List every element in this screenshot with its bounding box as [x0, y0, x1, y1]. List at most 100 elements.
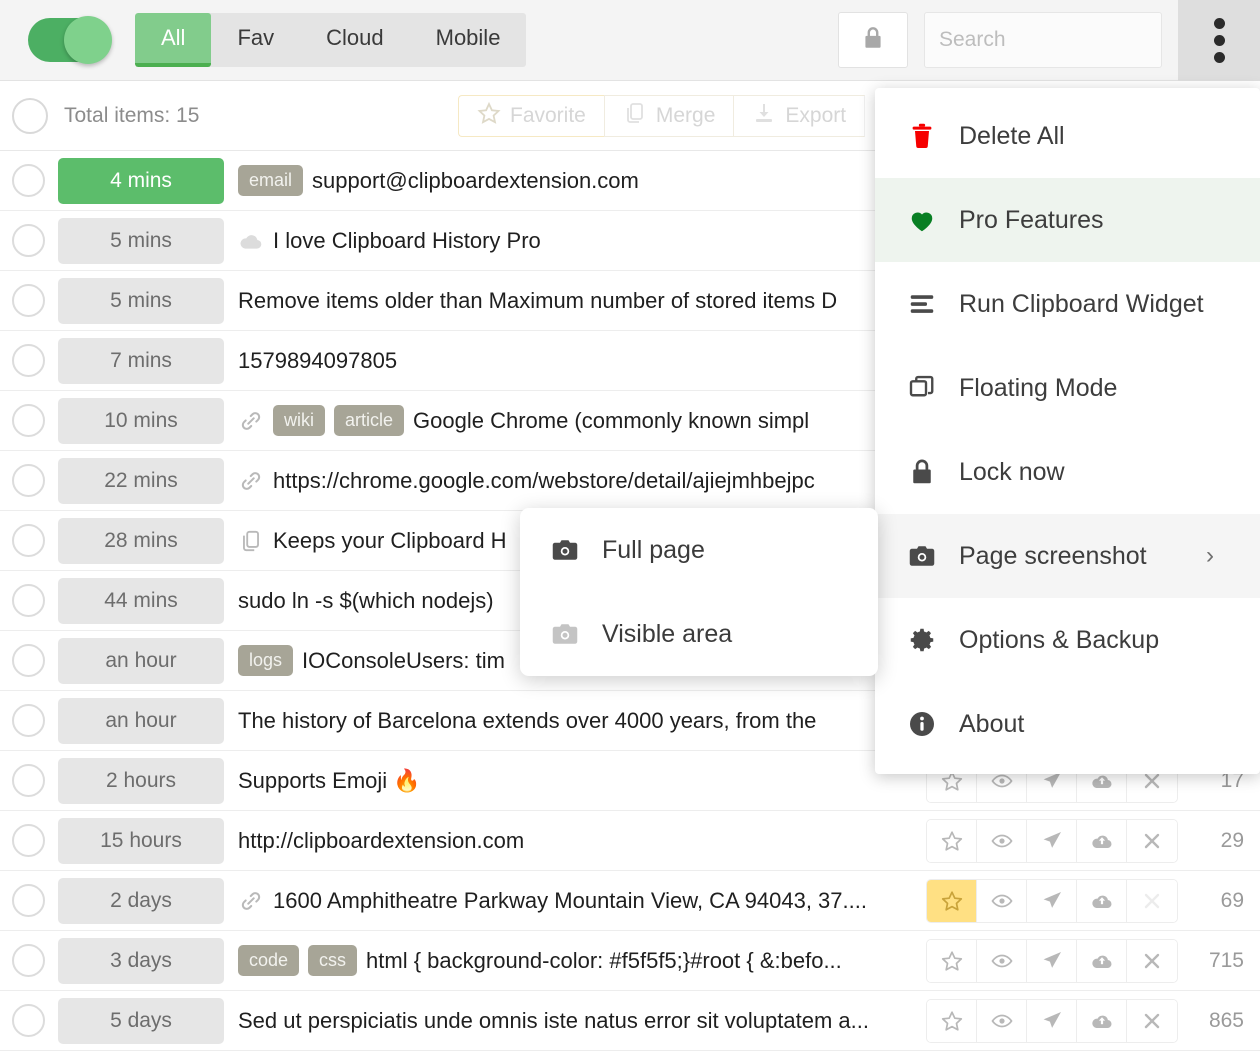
- menu-item-lock-now[interactable]: Lock now: [875, 430, 1260, 514]
- row-select-checkbox[interactable]: [12, 464, 45, 497]
- row-time-chip[interactable]: 28 mins: [58, 517, 224, 564]
- row-time-chip[interactable]: 22 mins: [58, 457, 224, 504]
- row-action-close[interactable]: [1127, 939, 1177, 982]
- tab-mobile[interactable]: Mobile: [410, 13, 527, 67]
- tab-cloud[interactable]: Cloud: [300, 13, 409, 67]
- merge-bulk-button[interactable]: Merge: [603, 95, 734, 137]
- row-select-checkbox[interactable]: [12, 764, 45, 797]
- row-action-send[interactable]: [1027, 879, 1077, 922]
- row-tag[interactable]: code: [238, 945, 300, 976]
- row-content[interactable]: http://clipboardextension.com: [238, 828, 926, 854]
- menu-item-pro-features[interactable]: Pro Features: [875, 178, 1260, 262]
- row-text: Keeps your Clipboard H: [273, 527, 507, 553]
- table-row[interactable]: 2 days 1600 Amphitheatre Parkway Mountain…: [0, 871, 1260, 931]
- row-action-star[interactable]: [927, 819, 977, 862]
- row-action-close[interactable]: [1127, 819, 1177, 862]
- row-select-checkbox[interactable]: [12, 644, 45, 677]
- extension-enabled-toggle[interactable]: [28, 16, 112, 64]
- more-options-button[interactable]: [1178, 0, 1260, 81]
- row-content[interactable]: code css html { background-color: #f5f5f5;…: [238, 945, 926, 976]
- table-row[interactable]: 3 days code css html { background-color: #f…: [0, 931, 1260, 991]
- row-select-checkbox[interactable]: [12, 824, 45, 857]
- select-all-checkbox[interactable]: [12, 97, 48, 134]
- row-time-chip[interactable]: 5 mins: [58, 217, 224, 264]
- row-action-star[interactable]: [927, 999, 977, 1042]
- row-select-checkbox[interactable]: [12, 584, 45, 617]
- search-input[interactable]: [939, 28, 1210, 52]
- row-time-chip[interactable]: 10 mins: [58, 397, 224, 444]
- row-tag[interactable]: email: [238, 165, 304, 196]
- row-select-checkbox[interactable]: [12, 344, 45, 377]
- row-select-checkbox[interactable]: [12, 404, 45, 437]
- row-time-chip[interactable]: 4 mins: [58, 157, 224, 204]
- row-select-checkbox[interactable]: [12, 224, 45, 257]
- row-time-chip[interactable]: 44 mins: [58, 577, 224, 624]
- row-time-chip[interactable]: an hour: [58, 637, 224, 684]
- menu-item-delete-all[interactable]: Delete All: [875, 94, 1260, 178]
- row-select-checkbox[interactable]: [12, 1004, 45, 1037]
- row-text: IOConsoleUsers: tim: [302, 647, 505, 673]
- row-select-checkbox[interactable]: [12, 164, 45, 197]
- lock-button[interactable]: [838, 12, 908, 68]
- row-text: Sed ut perspiciatis unde omnis iste natu…: [238, 1007, 869, 1033]
- row-tag[interactable]: article: [334, 405, 405, 436]
- tab-fav[interactable]: Fav: [211, 13, 300, 67]
- submenu-item-visible-area[interactable]: Visible area: [520, 592, 878, 676]
- row-action-cloud-upload[interactable]: [1077, 879, 1127, 922]
- row-select-checkbox[interactable]: [12, 944, 45, 977]
- row-time-chip[interactable]: 2 days: [58, 877, 224, 924]
- row-time-chip[interactable]: 15 hours: [58, 817, 224, 864]
- export-bulk-button[interactable]: Export: [733, 95, 866, 137]
- row-time-chip[interactable]: an hour: [58, 697, 224, 744]
- options-dropdown-menu: Delete All Pro Features Run Clipboard Widg…: [875, 88, 1260, 774]
- trash-icon: [907, 121, 959, 151]
- row-action-star[interactable]: [927, 939, 977, 982]
- row-time-chip[interactable]: 5 mins: [58, 277, 224, 324]
- row-action-cloud-upload[interactable]: [1077, 939, 1127, 982]
- row-select-checkbox[interactable]: [12, 704, 45, 737]
- submenu-item-full-page[interactable]: Full page: [520, 508, 878, 592]
- row-action-eye[interactable]: [977, 999, 1027, 1042]
- row-time-chip[interactable]: 7 mins: [58, 337, 224, 384]
- row-content[interactable]: Sed ut perspiciatis unde omnis iste natu…: [238, 1008, 926, 1034]
- row-content[interactable]: Supports Emoji 🔥: [238, 768, 926, 794]
- lock-icon: [907, 457, 959, 487]
- row-time-chip[interactable]: 5 days: [58, 997, 224, 1044]
- row-time-chip[interactable]: 3 days: [58, 937, 224, 984]
- row-action-cloud-upload[interactable]: [1077, 999, 1127, 1042]
- row-text: html { background-color: #f5f5f5;}#root …: [366, 947, 842, 973]
- camera-icon: [907, 541, 959, 571]
- menu-item-about[interactable]: About: [875, 682, 1260, 766]
- row-select-checkbox[interactable]: [12, 524, 45, 557]
- row-action-send[interactable]: [1027, 939, 1077, 982]
- table-row[interactable]: 5 days Sed ut perspiciatis unde omnis ist…: [0, 991, 1260, 1051]
- menu-item-page-screenshot[interactable]: Page screenshot ›: [875, 514, 1260, 598]
- favorite-bulk-button[interactable]: Favorite: [458, 95, 604, 137]
- row-select-checkbox[interactable]: [12, 884, 45, 917]
- row-action-cloud-upload[interactable]: [1077, 819, 1127, 862]
- search-box[interactable]: [924, 12, 1234, 68]
- row-select-checkbox[interactable]: [12, 284, 45, 317]
- table-row[interactable]: 15 hours http://clipboardextension.com 29: [0, 811, 1260, 871]
- row-action-send[interactable]: [1027, 999, 1077, 1042]
- list-icon: [907, 289, 959, 319]
- row-tag[interactable]: logs: [238, 645, 294, 676]
- menu-item-floating-mode[interactable]: Floating Mode: [875, 346, 1260, 430]
- row-tag[interactable]: css: [308, 945, 358, 976]
- row-action-close[interactable]: [1127, 879, 1177, 922]
- page-screenshot-submenu: Full page Visible area: [520, 508, 878, 676]
- tab-all[interactable]: All: [135, 13, 212, 67]
- row-action-eye[interactable]: [977, 819, 1027, 862]
- menu-item-label: Run Clipboard Widget: [959, 289, 1204, 318]
- row-time-chip[interactable]: 2 hours: [58, 757, 224, 804]
- row-action-eye[interactable]: [977, 879, 1027, 922]
- row-action-close[interactable]: [1127, 999, 1177, 1042]
- clipboard-history-app: All Fav Cloud Mobile Search Total items:…: [0, 0, 1260, 1064]
- row-action-eye[interactable]: [977, 939, 1027, 982]
- menu-item-run-clipboard-widget[interactable]: Run Clipboard Widget: [875, 262, 1260, 346]
- row-content[interactable]: 1600 Amphitheatre Parkway Mountain View,…: [238, 888, 926, 914]
- row-tag[interactable]: wiki: [273, 405, 325, 436]
- row-action-star[interactable]: [927, 879, 977, 922]
- row-action-send[interactable]: [1027, 819, 1077, 862]
- menu-item-options-backup[interactable]: Options & Backup: [875, 598, 1260, 682]
